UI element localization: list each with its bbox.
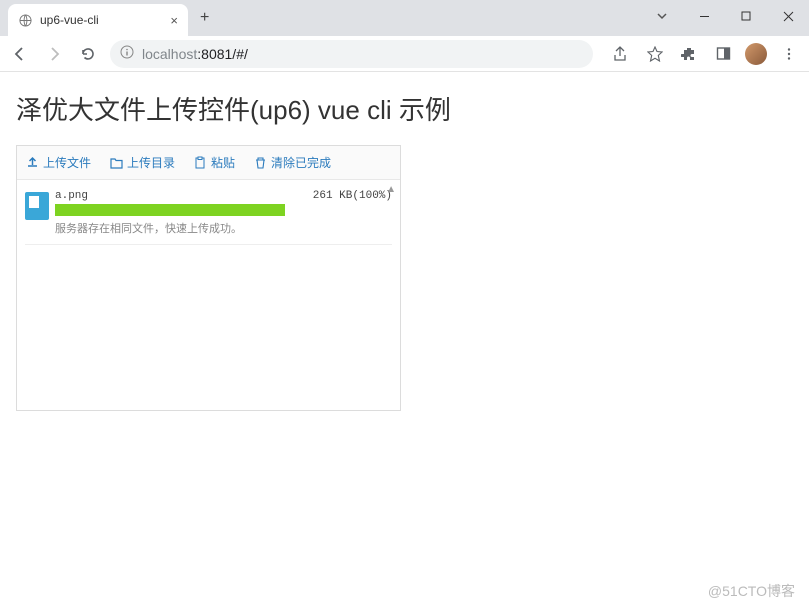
paste-button[interactable]: 粘贴 [193, 154, 235, 171]
clear-icon [253, 156, 267, 170]
upload-file-button[interactable]: 上传文件 [25, 154, 91, 171]
browser-tab[interactable]: up6-vue-cli × [8, 4, 188, 36]
panel-toolbar: 上传文件 上传目录 粘贴 清除已完成 [17, 146, 400, 180]
file-size: 261 KB(100%) [313, 190, 392, 202]
upload-icon [25, 156, 39, 170]
chevron-down-icon[interactable] [641, 0, 683, 32]
address-bar[interactable]: localhost:8081/#/ [110, 40, 593, 68]
tab-title: up6-vue-cli [40, 13, 162, 27]
folder-icon [109, 156, 123, 170]
close-button[interactable] [767, 0, 809, 32]
clear-done-button[interactable]: 清除已完成 [253, 154, 331, 171]
url-text: localhost:8081/#/ [142, 46, 248, 62]
watermark: @51CTO博客 [708, 581, 795, 601]
page-content: 泽优大文件上传控件(up6) vue cli 示例 上传文件 上传目录 粘贴 [0, 72, 809, 429]
minimize-button[interactable] [683, 0, 725, 32]
panel-icon[interactable] [711, 46, 735, 61]
info-icon [120, 45, 134, 62]
menu-icon[interactable] [777, 47, 801, 61]
back-button[interactable] [8, 46, 32, 62]
file-icon [25, 192, 49, 220]
star-icon[interactable] [643, 46, 667, 62]
maximize-button[interactable] [725, 0, 767, 32]
share-icon[interactable] [609, 46, 633, 62]
file-name: a.png [55, 190, 88, 202]
extensions-icon[interactable] [677, 46, 701, 62]
progress-bar [55, 204, 285, 216]
close-icon[interactable]: × [170, 13, 178, 28]
avatar[interactable] [745, 43, 767, 65]
window-controls [641, 0, 809, 32]
file-list[interactable]: ▲ a.png 261 KB(100%) 服务器存在相同文件，快速上传成功。 [17, 180, 400, 410]
clipboard-icon [193, 156, 207, 170]
upload-panel: 上传文件 上传目录 粘贴 清除已完成 ▲ [16, 145, 401, 411]
upload-dir-button[interactable]: 上传目录 [109, 154, 175, 171]
scroll-up-icon[interactable]: ▲ [386, 184, 396, 195]
file-item: a.png 261 KB(100%) 服务器存在相同文件，快速上传成功。 [25, 186, 392, 245]
page-title: 泽优大文件上传控件(up6) vue cli 示例 [16, 90, 793, 127]
forward-button[interactable] [42, 46, 66, 62]
file-status: 服务器存在相同文件，快速上传成功。 [55, 220, 392, 236]
progress-track [55, 204, 285, 216]
new-tab-button[interactable]: + [194, 9, 215, 27]
reload-button[interactable] [76, 46, 100, 62]
globe-icon [18, 13, 32, 27]
browser-toolbar: localhost:8081/#/ [0, 36, 809, 72]
